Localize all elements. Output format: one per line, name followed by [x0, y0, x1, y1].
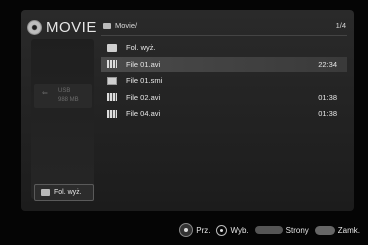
device-size: 988 MB	[58, 97, 79, 103]
hint-select: Wyb.	[216, 224, 249, 236]
subtitle-file-icon	[107, 76, 117, 85]
list-item[interactable]: File 04.avi 01:38	[101, 106, 347, 121]
folder-icon	[107, 43, 117, 52]
list-item[interactable]: Fol. wyż.	[101, 40, 347, 55]
file-duration: 01:38	[318, 92, 337, 102]
movie-browser-screen: MOVIE Movie/ 1/4 ⇐ USB 988 MB Fol. wyż. …	[0, 0, 368, 245]
page-buttons-icon	[254, 226, 283, 234]
button-hints: Prz. Wyb. Strony Zamk.	[0, 220, 368, 240]
list-item[interactable]: File 01.smi	[101, 73, 347, 88]
parent-folder-label: Fol. wyż.	[54, 189, 82, 196]
current-path: Movie/	[115, 21, 138, 30]
navigation-pad-icon	[179, 223, 194, 237]
hint-pages-label: Strony	[285, 225, 309, 235]
folder-icon	[103, 22, 111, 29]
file-name: File 01.smi	[126, 76, 163, 85]
sidebar	[31, 39, 94, 199]
file-list: Fol. wyż. File 01.avi 22:34 File 01.smi …	[101, 40, 347, 123]
parent-folder-button[interactable]: Fol. wyż.	[34, 184, 94, 201]
file-name: File 01.avi	[126, 59, 161, 69]
hint-move: Prz.	[179, 223, 210, 237]
file-name: File 02.avi	[126, 92, 161, 102]
list-item[interactable]: File 02.avi 01:38	[101, 90, 347, 105]
video-file-icon	[107, 93, 117, 101]
device-label: USB	[58, 88, 71, 94]
enter-button-icon	[216, 224, 228, 236]
divider	[101, 35, 347, 36]
hint-close: Zamk.	[314, 225, 360, 235]
list-item[interactable]: File 01.avi 22:34	[101, 56, 347, 72]
device-usb[interactable]: ⇐ USB 988 MB	[34, 84, 92, 108]
hint-select-label: Wyb.	[230, 225, 249, 235]
file-name: Fol. wyż.	[126, 43, 156, 52]
video-file-icon	[107, 109, 117, 118]
usb-icon: ⇐	[42, 90, 48, 97]
hint-close-label: Zamk.	[337, 225, 360, 235]
file-name: File 04.avi	[126, 109, 161, 118]
page-title: MOVIE	[46, 19, 97, 36]
hint-move-label: Prz.	[196, 225, 211, 235]
breadcrumb: Movie/	[103, 21, 137, 30]
file-duration: 01:38	[318, 109, 337, 118]
hint-pages: Strony	[254, 225, 309, 235]
file-duration: 22:34	[318, 59, 337, 69]
video-file-icon	[107, 60, 117, 68]
return-button-icon	[314, 225, 335, 235]
disc-icon	[27, 20, 42, 35]
page-indicator: 1/4	[335, 21, 346, 30]
folder-icon	[41, 189, 50, 196]
title-area: MOVIE	[27, 19, 97, 36]
